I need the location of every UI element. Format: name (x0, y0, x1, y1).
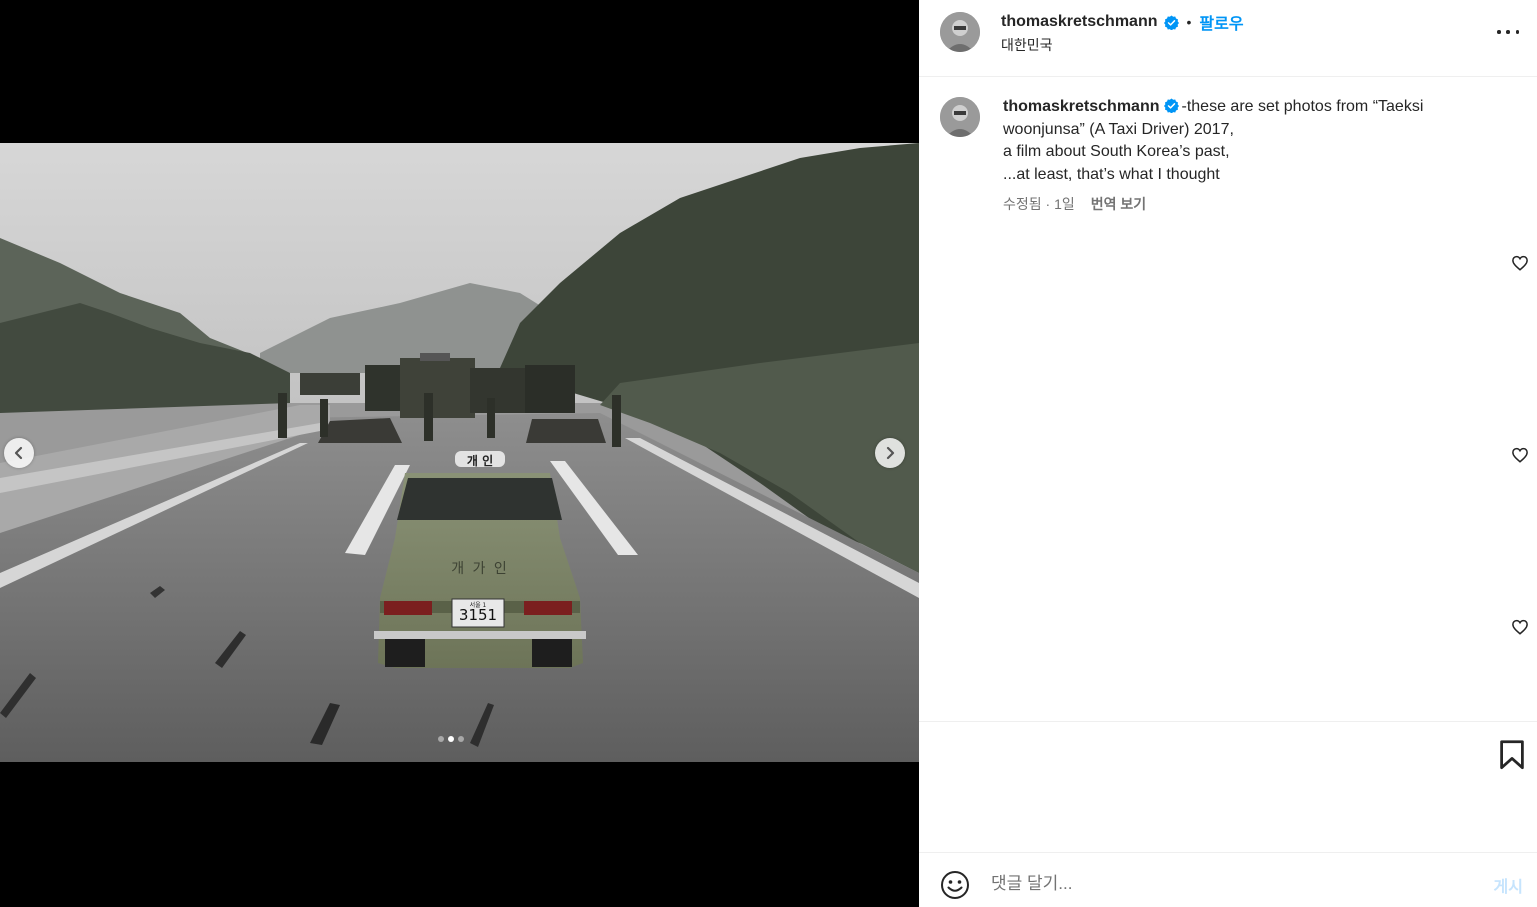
taxi-door-text: 개 가 인 (451, 561, 509, 577)
heart-icon[interactable] (1511, 446, 1529, 464)
caption-username[interactable]: thomaskretschmann (1003, 98, 1160, 115)
taxi-roof-sign-text: 개 인 (466, 454, 494, 468)
verified-badge-icon (1163, 98, 1179, 113)
post-modal: 개 인 개 가 인 서울 1 3151 thomaskretschmann • … (0, 0, 1537, 907)
carousel-dot (438, 736, 444, 742)
carousel-dot (458, 736, 464, 742)
avatar[interactable] (940, 12, 980, 52)
more-horizontal-icon (1497, 30, 1501, 34)
caption-timestamp[interactable]: 수정됨 · 1일 (1003, 194, 1075, 214)
post-location[interactable]: 대한민국 (1001, 35, 1053, 55)
chevron-left-icon (14, 446, 23, 460)
comment-input[interactable] (989, 867, 1469, 901)
carousel-indicator (438, 736, 464, 742)
translate-button[interactable]: 번역 보기 (1091, 194, 1146, 214)
caption-meta: 수정됨 · 1일 번역 보기 (1003, 194, 1146, 214)
caption-line-3: ...at least, that’s what I thought (1003, 165, 1220, 183)
heart-icon[interactable] (1511, 618, 1529, 636)
more-options-button[interactable] (1497, 22, 1519, 42)
follow-button[interactable]: 팔로우 (1199, 10, 1243, 34)
separator-dot: • (1186, 14, 1192, 30)
actions-divider (919, 721, 1537, 722)
post-comment-button[interactable]: 게시 (1494, 873, 1523, 897)
post-photo[interactable]: 개 인 개 가 인 서울 1 3151 (0, 143, 919, 762)
post-details-pane: thomaskretschmann • 팔로우 대한민국 thomaskrets… (919, 0, 1537, 907)
caption-text: thomaskretschmann -these are set photos … (1003, 96, 1473, 186)
emoji-icon[interactable] (939, 869, 971, 901)
verified-badge-icon (1163, 14, 1179, 30)
carousel-next-button[interactable] (875, 438, 905, 468)
bookmark-icon[interactable] (1498, 740, 1526, 770)
more-dot (1506, 30, 1510, 34)
media-pane: 개 인 개 가 인 서울 1 3151 (0, 0, 919, 907)
carousel-dot-active (448, 736, 454, 742)
carousel-prev-button[interactable] (4, 438, 34, 468)
heart-icon[interactable] (1511, 254, 1529, 272)
caption-line-2: a film about South Korea’s past, (1003, 143, 1230, 160)
more-dot (1515, 30, 1519, 34)
header-username[interactable]: thomaskretschmann (1001, 13, 1158, 31)
license-plate-number: 3151 (458, 606, 498, 624)
comment-bar: 게시 (919, 852, 1537, 907)
chevron-right-icon (886, 446, 895, 460)
caption-avatar[interactable] (940, 97, 980, 137)
post-header: thomaskretschmann • 팔로우 대한민국 (919, 0, 1537, 77)
